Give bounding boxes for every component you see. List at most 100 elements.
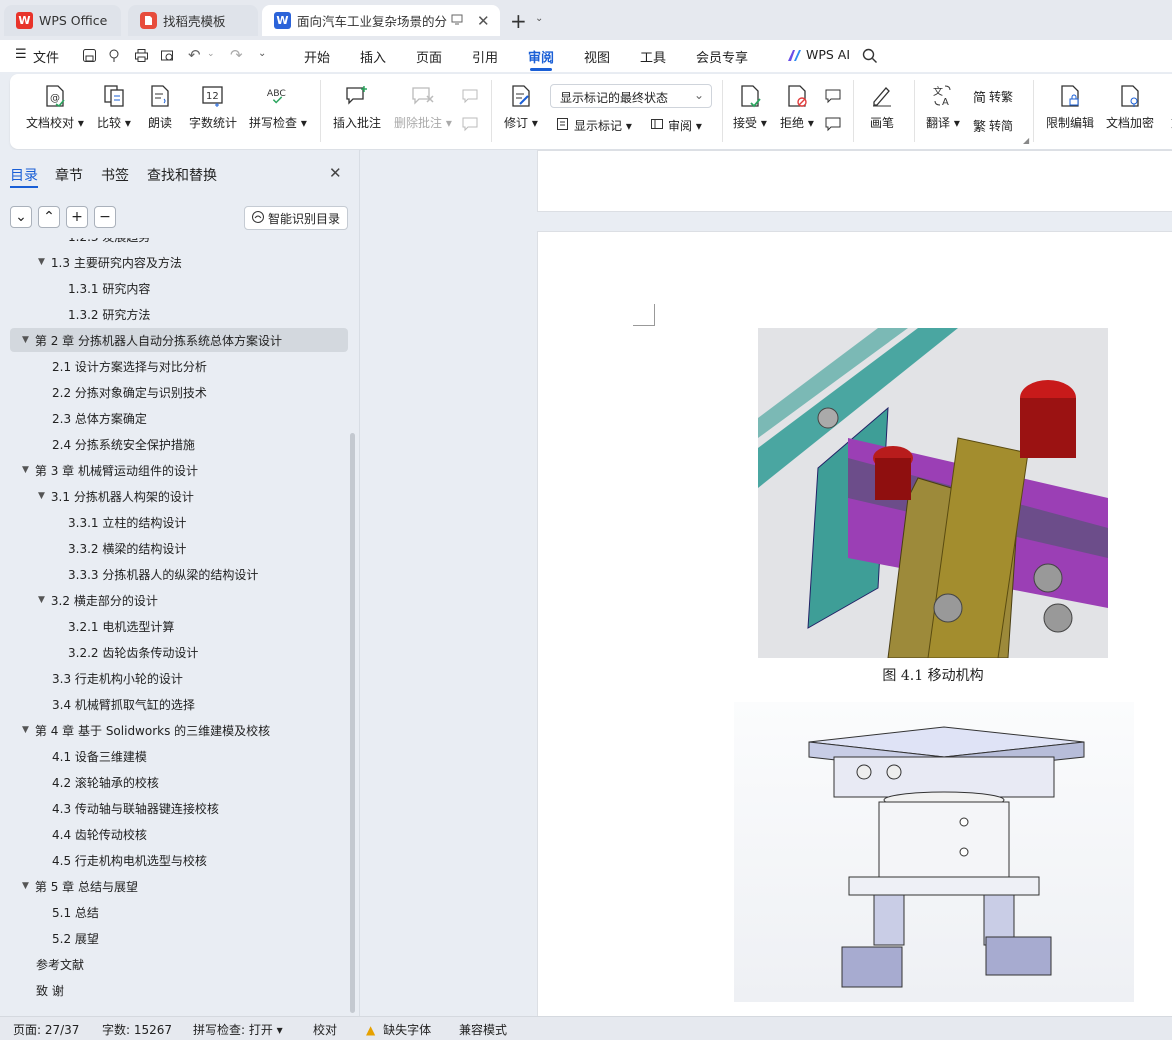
chevron-down-icon[interactable]: ⌄ bbox=[207, 49, 215, 59]
show-markup-button[interactable]: 显示标记 ▾ bbox=[556, 117, 632, 134]
markup-state-select[interactable]: 显示标记的最终状态 ⌄ bbox=[550, 84, 712, 108]
hamburger-icon[interactable]: ☰ bbox=[15, 47, 27, 62]
tab-document[interactable]: W 面向汽车工业复杂场景的分拣 ✕ bbox=[262, 5, 500, 36]
toc-item[interactable]: 5.2 展望 bbox=[52, 926, 99, 950]
toc-item[interactable]: 2.4 分拣系统安全保护措施 bbox=[52, 432, 195, 456]
collapse-all-button[interactable]: ⌄ bbox=[10, 206, 32, 228]
menu-view[interactable]: 视图 bbox=[584, 47, 610, 66]
new-tab-icon[interactable]: + bbox=[510, 9, 527, 33]
accept-button[interactable]: 接受 ▾ bbox=[733, 84, 767, 131]
smart-toc-button[interactable]: 智能识别目录 bbox=[244, 206, 348, 230]
read-aloud-button[interactable]: 朗读 bbox=[148, 84, 172, 131]
toc-item[interactable]: 3.4 机械臂抓取气缸的选择 bbox=[52, 692, 195, 716]
to-simplified-button[interactable]: 繁 转简 bbox=[973, 116, 1013, 135]
close-icon[interactable]: ✕ bbox=[329, 164, 342, 182]
toc-item[interactable]: 4.5 行走机构电机选型与校核 bbox=[52, 848, 207, 872]
menu-wps-ai[interactable]: WPS AI bbox=[806, 47, 850, 62]
toc-item[interactable]: 2.2 分拣对象确定与识别技术 bbox=[52, 380, 207, 404]
expand-corner-icon[interactable]: ◢ bbox=[1023, 136, 1029, 145]
chevron-down-icon[interactable]: ⌄ bbox=[535, 13, 543, 24]
expand-triangle-icon[interactable]: ▼ bbox=[22, 725, 29, 735]
menu-page[interactable]: 页面 bbox=[416, 47, 442, 66]
restrict-edit-button[interactable]: 限制编辑 bbox=[1046, 84, 1094, 131]
doc-encrypt-button[interactable]: 文档加密 bbox=[1106, 84, 1154, 131]
next-comment-icon[interactable] bbox=[461, 116, 479, 135]
tab-bookmarks[interactable]: 书签 bbox=[101, 165, 129, 185]
tab-docer-templates[interactable]: 找稻壳模板 bbox=[128, 5, 258, 36]
menu-review[interactable]: 审阅 bbox=[528, 47, 554, 66]
remove-heading-button[interactable]: − bbox=[94, 206, 116, 228]
toc-item[interactable]: ▼ 第 3 章 机械臂运动组件的设计 bbox=[22, 458, 198, 482]
tab-chapters[interactable]: 章节 bbox=[55, 165, 83, 185]
toc-item[interactable]: 1.3.2 研究方法 bbox=[68, 302, 150, 326]
proof-status[interactable]: 校对 bbox=[313, 1021, 337, 1038]
missing-font-status[interactable]: ▲ 缺失字体 bbox=[366, 1021, 431, 1038]
toc-item[interactable]: ▼ 第 5 章 总结与展望 bbox=[22, 874, 138, 898]
toc-item[interactable]: 1.3.1 研究内容 bbox=[68, 276, 150, 300]
toc-item[interactable]: 4.1 设备三维建模 bbox=[52, 744, 147, 768]
revise-button[interactable]: 修订 ▾ bbox=[504, 84, 538, 131]
word-count-button[interactable]: 12 字数统计 bbox=[189, 84, 237, 131]
expand-triangle-icon[interactable]: ▼ bbox=[38, 491, 45, 501]
sidebar-scrollbar[interactable] bbox=[350, 433, 355, 1013]
toc-item[interactable]: ▼ 第 4 章 基于 Solidworks 的三维建模及校核 bbox=[22, 718, 270, 742]
save-icon[interactable] bbox=[82, 48, 97, 66]
expand-triangle-icon[interactable]: ▼ bbox=[38, 257, 45, 267]
tab-find-replace[interactable]: 查找和替换 bbox=[147, 165, 217, 185]
translate-button[interactable]: 文A 翻译 ▾ bbox=[926, 84, 960, 131]
menu-start[interactable]: 开始 bbox=[304, 47, 330, 66]
toc-item[interactable]: ▼ 第 2 章 分拣机器人自动分拣系统总体方案设计 bbox=[10, 328, 348, 352]
menu-insert[interactable]: 插入 bbox=[360, 47, 386, 66]
spell-check-button[interactable]: ABC 拼写检查 ▾ bbox=[249, 84, 307, 131]
print-preview-icon[interactable] bbox=[160, 48, 175, 66]
prev-change-icon[interactable] bbox=[824, 88, 842, 107]
compare-button[interactable]: 比较 ▾ bbox=[97, 84, 131, 131]
toc-item[interactable]: 3.3.1 立柱的结构设计 bbox=[68, 510, 186, 534]
toc-item[interactable]: 3.3.3 分拣机器人的纵梁的结构设计 bbox=[68, 562, 258, 586]
toc-item[interactable]: ▼ 3.2 横走部分的设计 bbox=[38, 588, 158, 612]
next-change-icon[interactable] bbox=[824, 116, 842, 135]
output-icon[interactable] bbox=[108, 48, 123, 66]
toc-item[interactable]: 参考文献 bbox=[36, 952, 84, 976]
toc-item[interactable]: 3.2.2 齿轮齿条传动设计 bbox=[68, 640, 198, 664]
expand-triangle-icon[interactable]: ▼ bbox=[22, 465, 29, 475]
chevron-down-icon[interactable]: ⌄ bbox=[258, 48, 266, 59]
toc-item[interactable]: 2.3 总体方案确定 bbox=[52, 406, 147, 430]
review-pane-button[interactable]: 审阅 ▾ bbox=[650, 117, 702, 134]
toc-item[interactable]: 2.1 设计方案选择与对比分析 bbox=[52, 354, 207, 378]
menu-reference[interactable]: 引用 bbox=[472, 47, 498, 66]
toc-item[interactable]: ▼ 3.1 分拣机器人构架的设计 bbox=[38, 484, 194, 508]
toc-item[interactable]: 4.3 传动轴与联轴器键连接校核 bbox=[52, 796, 219, 820]
menu-member[interactable]: 会员专享 bbox=[696, 47, 748, 66]
reject-button[interactable]: 拒绝 ▾ bbox=[780, 84, 814, 131]
prev-comment-icon[interactable] bbox=[461, 88, 479, 107]
toc-item[interactable]: 致 谢 bbox=[36, 978, 64, 1002]
toc-item[interactable]: 3.3.2 横梁的结构设计 bbox=[68, 536, 186, 560]
toc-item[interactable]: 4.4 齿轮传动校核 bbox=[52, 822, 147, 846]
toc-item[interactable]: 4.2 滚轮轴承的校核 bbox=[52, 770, 159, 794]
file-menu[interactable]: 文件 bbox=[33, 47, 59, 66]
add-heading-button[interactable]: + bbox=[66, 206, 88, 228]
insert-comment-button[interactable]: 插入批注 bbox=[333, 84, 381, 131]
tab-wps-office[interactable]: W WPS Office bbox=[4, 5, 121, 36]
to-traditional-button[interactable]: 简 转繁 bbox=[973, 87, 1013, 106]
expand-up-button[interactable]: ⌃ bbox=[38, 206, 60, 228]
toc-item[interactable]: 3.3 行走机构小轮的设计 bbox=[52, 666, 183, 690]
expand-triangle-icon[interactable]: ▼ bbox=[22, 881, 29, 891]
doc-compare-button[interactable]: @ 文档校对 ▾ bbox=[26, 84, 84, 131]
toc-item[interactable]: 1.2.3 发展趋势 bbox=[68, 238, 150, 248]
more-button[interactable]: 文 bbox=[1165, 84, 1172, 131]
expand-triangle-icon[interactable]: ▼ bbox=[38, 595, 45, 605]
toc-item[interactable]: 3.2.1 电机选型计算 bbox=[68, 614, 174, 638]
close-tab-icon[interactable]: ✕ bbox=[477, 12, 490, 30]
expand-triangle-icon[interactable]: ▼ bbox=[22, 335, 29, 345]
redo-icon[interactable]: ↷ bbox=[230, 46, 243, 64]
word-count[interactable]: 字数: 15267 bbox=[102, 1021, 172, 1038]
print-icon[interactable] bbox=[134, 48, 149, 66]
delete-comment-button[interactable]: 删除批注 ▾ bbox=[394, 84, 452, 131]
search-icon[interactable] bbox=[862, 48, 878, 67]
spell-check-status[interactable]: 拼写检查: 打开 ▾ bbox=[193, 1021, 283, 1038]
undo-icon[interactable]: ↶ bbox=[188, 46, 201, 64]
tab-toc[interactable]: 目录 bbox=[10, 165, 38, 185]
page-indicator[interactable]: 页面: 27/37 bbox=[13, 1021, 79, 1038]
